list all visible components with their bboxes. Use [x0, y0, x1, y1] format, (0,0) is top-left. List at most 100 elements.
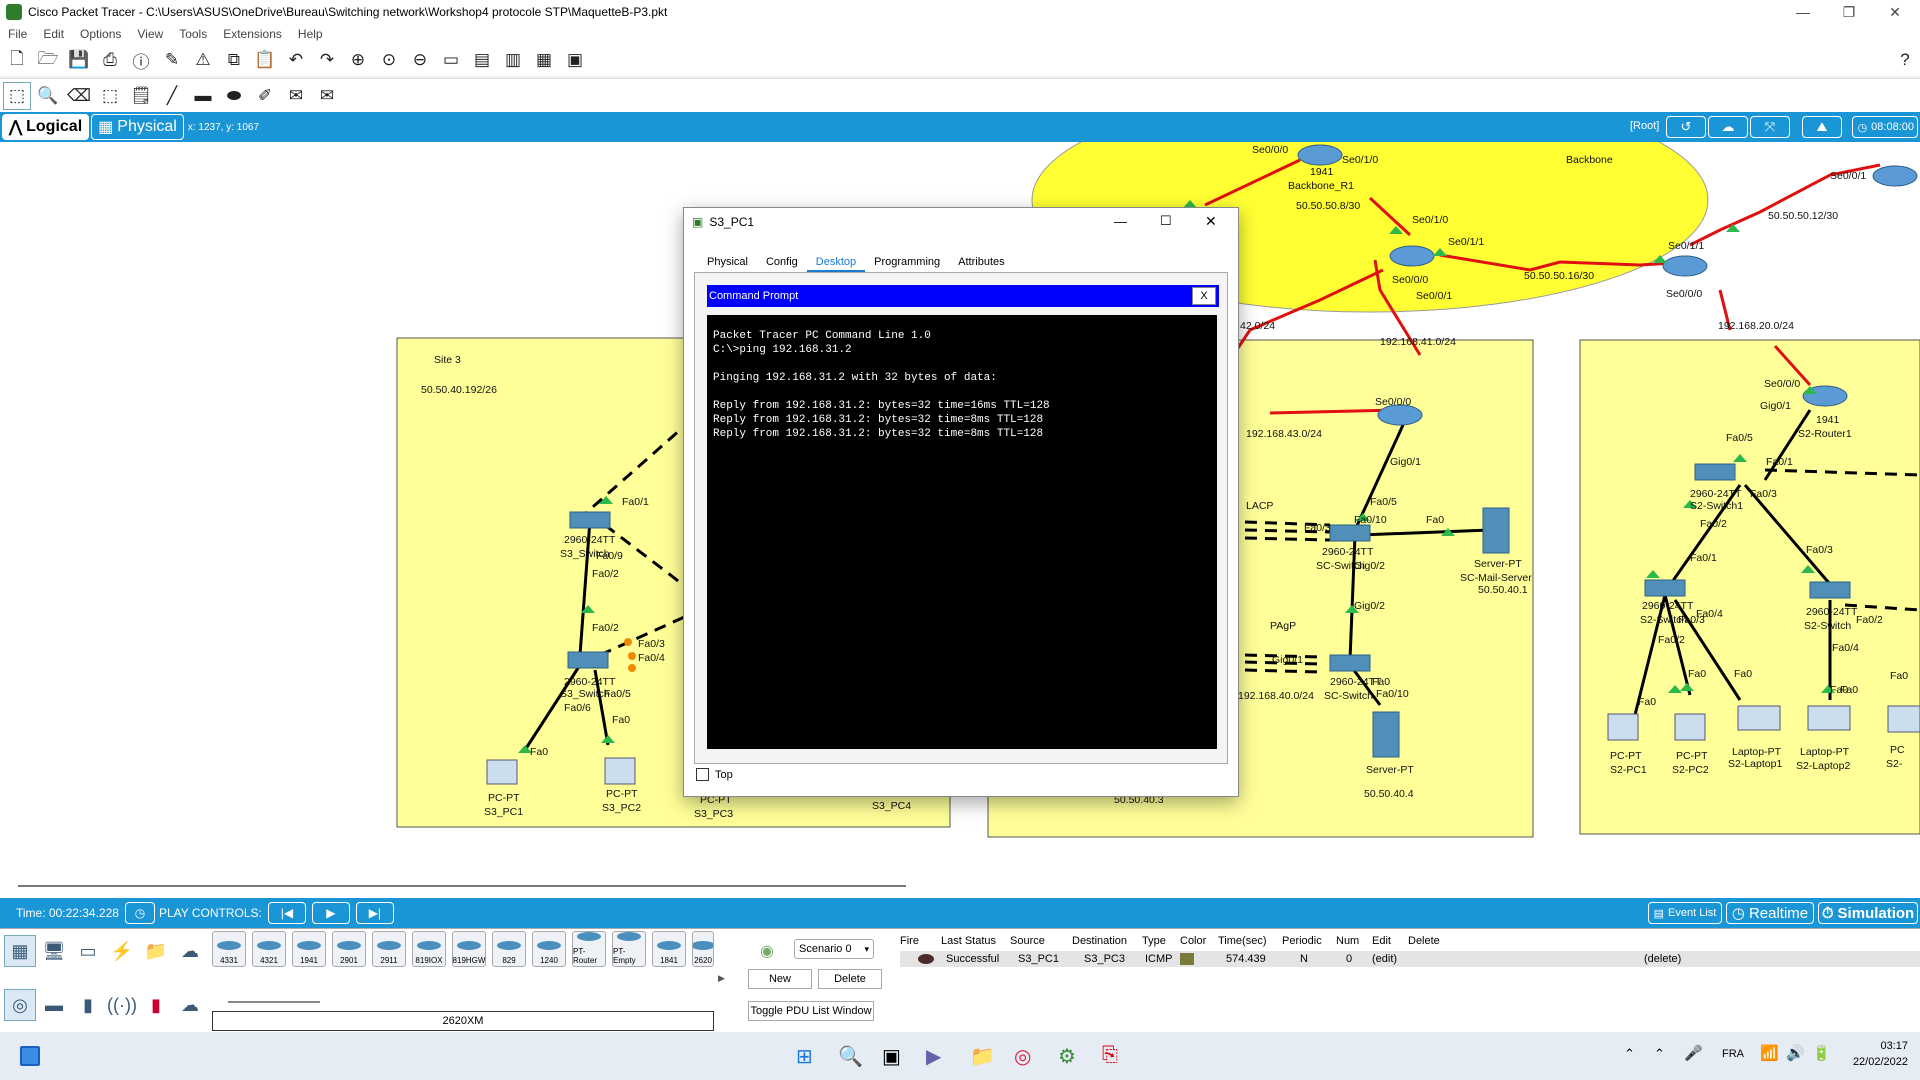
- wifi-icon[interactable]: 📶: [1760, 1044, 1779, 1062]
- tab-programming[interactable]: Programming: [865, 252, 949, 272]
- inspect-icon[interactable]: 🔍: [34, 82, 62, 110]
- security-subcategory-icon[interactable]: ▮: [140, 989, 172, 1021]
- device-model[interactable]: 1240: [532, 931, 566, 967]
- menu-extensions[interactable]: Extensions: [215, 27, 290, 41]
- routers-subcategory-icon[interactable]: ◎: [4, 989, 36, 1021]
- resize-icon[interactable]: ⬚: [96, 82, 124, 110]
- help-icon[interactable]: ?: [1891, 46, 1919, 74]
- back-icon[interactable]: ↺: [1666, 116, 1706, 138]
- new-cluster-icon[interactable]: ☁: [1708, 116, 1748, 138]
- start-icon[interactable]: ⊞: [796, 1044, 813, 1069]
- device-model[interactable]: PT-Empty: [612, 931, 646, 967]
- multiuser-category-icon[interactable]: ☁: [174, 935, 206, 967]
- pdu-edit-link[interactable]: (edit): [1372, 953, 1397, 965]
- open-folder-icon[interactable]: 🗁: [34, 46, 62, 74]
- dialog-minimize-button[interactable]: —: [1114, 214, 1127, 229]
- tab-physical[interactable]: Physical: [698, 252, 757, 272]
- chevron-up-icon[interactable]: ⌃: [1624, 1046, 1635, 1062]
- add-simple-pdu-icon[interactable]: ✉: [282, 82, 310, 110]
- acrobat-icon[interactable]: ⎘: [1102, 1044, 1118, 1067]
- delete-scenario-button[interactable]: Delete: [818, 969, 882, 989]
- pdu-delete-link[interactable]: (delete): [1644, 953, 1681, 965]
- freeform-icon[interactable]: ✐: [251, 82, 279, 110]
- workspace-hscroll[interactable]: [18, 885, 906, 887]
- physical-view-button[interactable]: ▦ Physical: [91, 114, 184, 140]
- simulation-button[interactable]: ⏱ Simulation: [1818, 902, 1918, 924]
- models-scrollbar[interactable]: [228, 1001, 320, 1003]
- menu-edit[interactable]: Edit: [35, 27, 72, 41]
- switches-subcategory-icon[interactable]: ▬: [38, 989, 70, 1021]
- zoom-in-icon[interactable]: ⊕: [344, 46, 372, 74]
- new-scenario-button[interactable]: New: [748, 969, 812, 989]
- play-icon[interactable]: ▶: [311, 902, 350, 924]
- zoom-reset-icon[interactable]: ⊙: [375, 46, 403, 74]
- packet-tracer-taskbar-icon[interactable]: ⚙: [1058, 1044, 1076, 1069]
- save-icon[interactable]: 💾: [65, 46, 93, 74]
- command-prompt-close-button[interactable]: X: [1192, 287, 1216, 305]
- select-icon[interactable]: ⬚: [3, 81, 31, 110]
- device-model[interactable]: 1941: [292, 931, 326, 967]
- tab-desktop[interactable]: Desktop: [806, 252, 866, 272]
- device-model[interactable]: 829: [492, 931, 526, 967]
- microphone-icon[interactable]: 🎤: [1684, 1044, 1703, 1062]
- connections-category-icon[interactable]: ⚡: [106, 935, 138, 967]
- menu-file[interactable]: File: [0, 27, 35, 41]
- taskbar-date[interactable]: 22/02/2022: [1842, 1056, 1908, 1068]
- task-view-icon[interactable]: [20, 1046, 40, 1066]
- scenario-select[interactable]: Scenario 0 ▾: [794, 939, 874, 959]
- dialog-maximize-button[interactable]: ☐: [1160, 213, 1172, 229]
- restore-button[interactable]: ❐: [1826, 0, 1872, 24]
- cluster-icon[interactable]: ▥: [499, 46, 527, 74]
- top-checkbox[interactable]: [696, 768, 709, 781]
- custom-devices-icon[interactable]: ▤: [468, 46, 496, 74]
- language-indicator[interactable]: FRA: [1722, 1048, 1744, 1060]
- root-breadcrumb[interactable]: [Root]: [1630, 120, 1659, 132]
- network-devices-category-icon[interactable]: ▦: [4, 935, 36, 967]
- redo-icon[interactable]: ↷: [313, 46, 341, 74]
- wireless-subcategory-icon[interactable]: ((·)): [106, 989, 138, 1021]
- rectangle-icon[interactable]: ▬: [189, 82, 217, 110]
- taskbar-time[interactable]: 03:17: [1848, 1040, 1908, 1052]
- close-button[interactable]: ✕: [1872, 0, 1918, 24]
- web-view-icon[interactable]: ▣: [561, 46, 589, 74]
- dialog-close-button[interactable]: ✕: [1205, 213, 1217, 230]
- task-switch-icon[interactable]: ▣: [882, 1044, 901, 1069]
- fire-icon[interactable]: [918, 954, 934, 964]
- device-model[interactable]: PT-Router: [572, 931, 606, 967]
- speaker-icon[interactable]: 🔊: [1786, 1044, 1805, 1062]
- copy-icon[interactable]: ⧉: [220, 46, 248, 74]
- clock-display[interactable]: ◷ 08:08:00: [1852, 116, 1918, 138]
- file-explorer-icon[interactable]: 📁: [970, 1044, 995, 1069]
- hubs-subcategory-icon[interactable]: ▮: [72, 989, 104, 1021]
- note-icon[interactable]: 🗒: [127, 82, 155, 110]
- add-complex-pdu-icon[interactable]: ✉: [313, 82, 341, 110]
- pdu-row[interactable]: Successful S3_PC1 S3_PC3 ICMP 574.439 N …: [900, 951, 1920, 967]
- device-model[interactable]: 1841: [652, 931, 686, 967]
- activity-wizard-icon[interactable]: ✎: [158, 46, 186, 74]
- menu-options[interactable]: Options: [72, 27, 129, 41]
- event-list-button[interactable]: ▤ Event List: [1648, 902, 1722, 924]
- device-model[interactable]: 819HGW: [452, 931, 486, 967]
- menu-tools[interactable]: Tools: [171, 27, 215, 41]
- viewport-icon[interactable]: ▦: [530, 46, 558, 74]
- tab-config[interactable]: Config: [757, 252, 807, 272]
- device-model[interactable]: 2901: [332, 931, 366, 967]
- drawing-palette-icon[interactable]: ▭: [437, 46, 465, 74]
- chevron-up-icon[interactable]: ⌃: [1654, 1046, 1665, 1062]
- info-icon[interactable]: ⓘ: [127, 46, 155, 74]
- teams-icon[interactable]: ▶: [926, 1044, 941, 1069]
- top-checkbox-row[interactable]: Top: [696, 768, 733, 781]
- device-model[interactable]: 4321: [252, 931, 286, 967]
- menu-help[interactable]: Help: [290, 27, 331, 41]
- background-icon[interactable]: ⛰: [1802, 116, 1842, 138]
- battery-icon[interactable]: 🔋: [1812, 1044, 1831, 1062]
- new-file-icon[interactable]: 🗋: [3, 46, 31, 74]
- step-back-icon[interactable]: |◀: [267, 902, 306, 924]
- opera-icon[interactable]: ◎: [1014, 1044, 1031, 1069]
- paste-icon[interactable]: 📋: [251, 46, 279, 74]
- command-prompt-terminal[interactable]: Packet Tracer PC Command Line 1.0 C:\>pi…: [707, 315, 1217, 749]
- wan-emulation-subcategory-icon[interactable]: ☁: [174, 989, 206, 1021]
- end-devices-category-icon[interactable]: 🖥: [38, 935, 70, 967]
- undo-icon[interactable]: ↶: [282, 46, 310, 74]
- ellipse-icon[interactable]: ⬬: [220, 82, 248, 110]
